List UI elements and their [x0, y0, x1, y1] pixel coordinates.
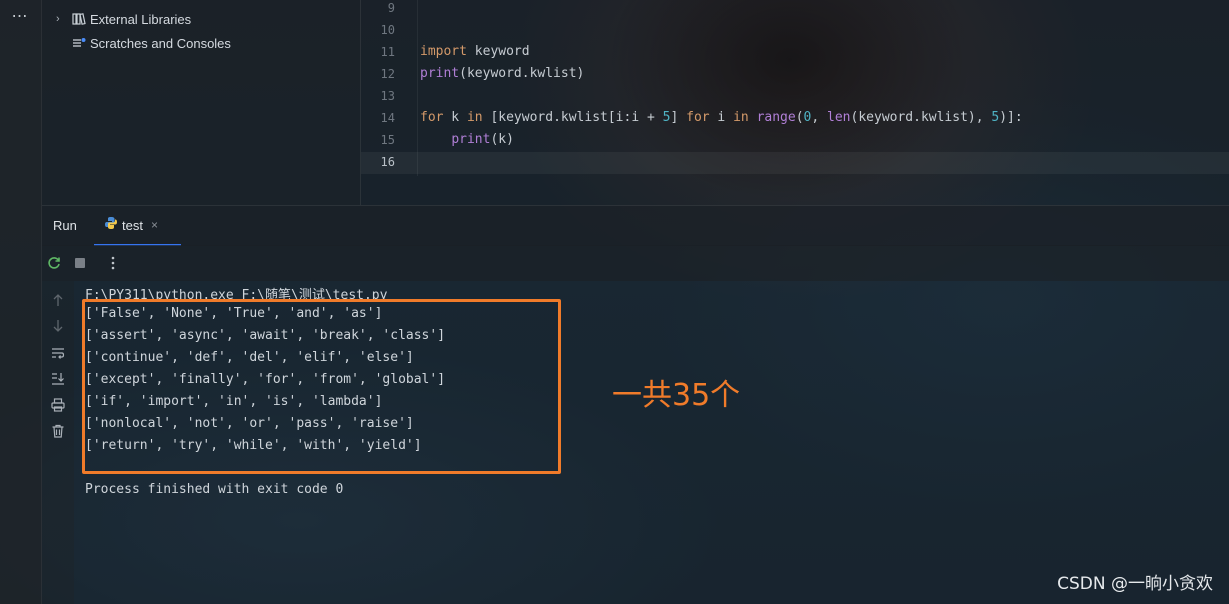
- line-number: 13: [380, 89, 395, 103]
- code-text: (keyword.kwlist),: [850, 110, 992, 125]
- line-number: 15: [380, 133, 395, 147]
- code-editor[interactable]: 9 10 11 12 13 14 15 16 import keyword pr…: [361, 0, 1229, 205]
- watermark: CSDN @一晌小贪欢: [1057, 574, 1213, 594]
- code-text: (: [795, 110, 804, 125]
- line-number-current: 16: [380, 155, 395, 169]
- code-text: keyword: [466, 44, 530, 59]
- code-text: i: [709, 110, 734, 125]
- code-keyword: for: [420, 110, 444, 125]
- code-keyword: import: [420, 44, 467, 59]
- line-number: 10: [380, 23, 395, 37]
- code-line-15: print(k): [420, 132, 514, 147]
- stop-icon[interactable]: [71, 254, 89, 272]
- code-text: k: [443, 110, 467, 125]
- scratches-icon: [70, 37, 88, 49]
- code-keyword: for: [686, 110, 710, 125]
- tree-item-scratches[interactable]: Scratches and Consoles: [42, 32, 231, 54]
- code-line-11: import keyword: [420, 44, 530, 59]
- tree-item-label: External Libraries: [90, 11, 192, 27]
- trash-icon[interactable]: [49, 422, 67, 440]
- annotation-highlight-box: [82, 299, 561, 474]
- code-keyword: in: [466, 110, 483, 125]
- run-panel-title: Run: [53, 218, 77, 233]
- code-text: )]:: [999, 110, 1023, 125]
- code-text: ]: [670, 110, 687, 125]
- code-function: print: [451, 132, 491, 147]
- soft-wrap-icon[interactable]: [49, 344, 67, 362]
- tree-item-external-libraries[interactable]: › External Libraries: [42, 8, 191, 30]
- code-text: (k): [490, 132, 514, 147]
- more-horizontal-icon[interactable]: ⋯: [10, 9, 30, 25]
- annotation-text: 一共35个: [612, 378, 741, 413]
- tab-test[interactable]: test ×: [94, 206, 181, 246]
- tab-label: test: [122, 217, 143, 233]
- run-panel-header: Run test ×: [42, 205, 1229, 246]
- code-function: range: [756, 110, 796, 125]
- arrow-down-icon[interactable]: [49, 317, 67, 335]
- tree-item-label: Scratches and Consoles: [90, 35, 231, 51]
- python-icon: [104, 216, 118, 235]
- code-line-14: for k in [keyword.kwlist[i:i + 5] for i …: [420, 110, 1023, 125]
- code-function: len: [827, 110, 851, 125]
- console-side-toolbar: [42, 281, 74, 604]
- print-icon[interactable]: [49, 396, 67, 414]
- chevron-right-icon[interactable]: ›: [56, 13, 70, 25]
- line-number: 12: [380, 67, 395, 81]
- project-panel: › External Libraries Scratches and Conso…: [42, 0, 361, 205]
- arrow-up-icon[interactable]: [49, 291, 67, 309]
- console-exit-message: Process finished with exit code 0: [85, 482, 344, 497]
- line-number: 14: [380, 111, 395, 125]
- code-text: (keyword.kwlist): [459, 66, 585, 81]
- line-number: 11: [380, 45, 395, 59]
- run-toolbar: [42, 245, 1229, 281]
- code-text: [keyword.kwlist[i:i +: [482, 110, 663, 125]
- current-line-highlight: [361, 152, 1229, 174]
- scroll-to-end-icon[interactable]: [49, 370, 67, 388]
- library-icon: [70, 13, 88, 25]
- rerun-icon[interactable]: [45, 254, 63, 272]
- left-tool-strip: ⋯: [0, 0, 42, 604]
- line-number: 9: [387, 1, 395, 15]
- code-keyword: in: [733, 110, 749, 125]
- code-line-12: print(keyword.kwlist): [420, 66, 584, 81]
- line-number-gutter: 9 10 11 12 13 14 15 16: [361, 0, 418, 176]
- code-text: ,: [811, 110, 828, 125]
- more-vertical-icon[interactable]: [104, 254, 122, 272]
- close-icon[interactable]: ×: [151, 218, 158, 232]
- code-function: print: [420, 66, 460, 81]
